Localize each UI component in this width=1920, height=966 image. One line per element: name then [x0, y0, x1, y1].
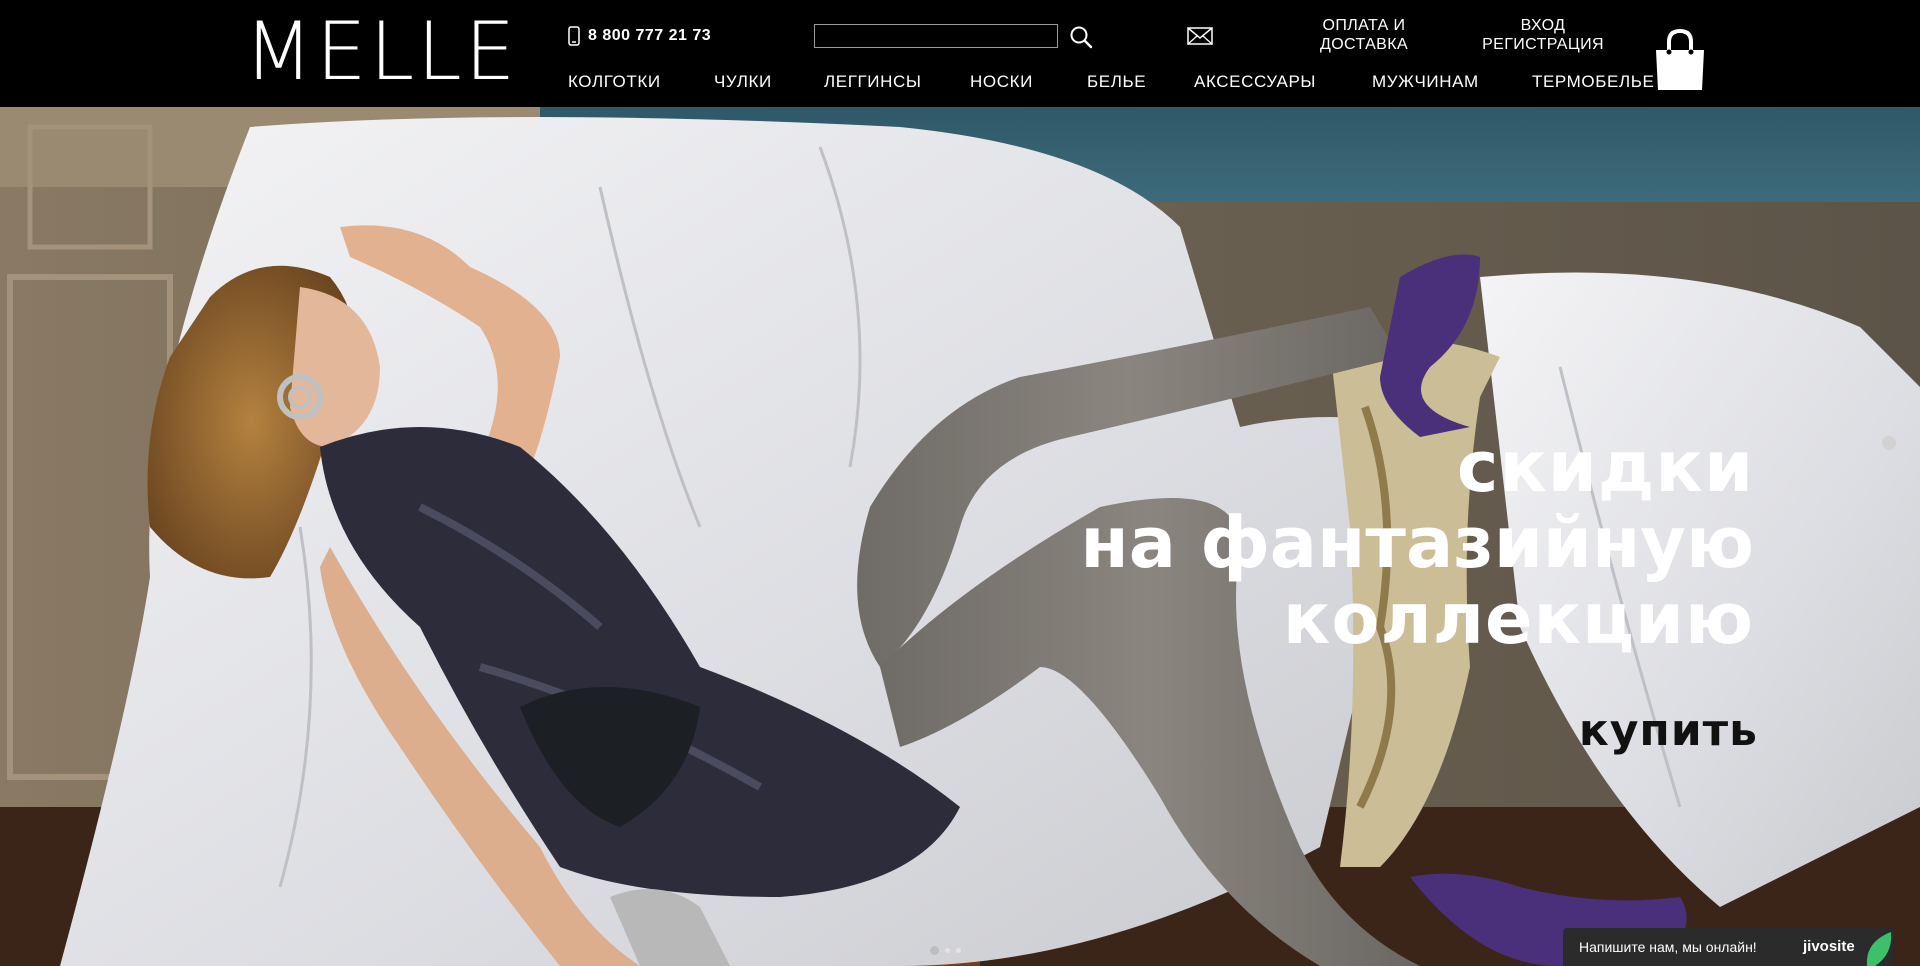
phone-icon — [568, 26, 580, 46]
nav-item-accessories[interactable]: АКСЕССУАРЫ — [1194, 72, 1316, 92]
site-header: MELLE 8 800 777 21 73 ОПЛАТА И ДОСТАВКА … — [0, 0, 1920, 107]
slider-pagination — [930, 946, 961, 955]
nav-item-socks[interactable]: НОСКИ — [970, 72, 1033, 92]
nav-item-stockings[interactable]: ЧУЛКИ — [714, 72, 772, 92]
phone-number: 8 800 777 21 73 — [588, 27, 712, 44]
slide-dot-3[interactable] — [956, 948, 961, 953]
side-scroll-dot[interactable] — [1882, 436, 1896, 450]
register-link[interactable]: РЕГИСТРАЦИЯ — [1478, 35, 1608, 54]
promo-line-2: на фантазийную — [1080, 502, 1754, 584]
hero-banner[interactable]: скидки на фантазийную коллекцию купить — [0, 107, 1920, 966]
login-link[interactable]: ВХОД — [1478, 16, 1608, 35]
shipping-link[interactable]: ОПЛАТА И ДОСТАВКА — [1312, 16, 1416, 54]
mail-icon[interactable] — [1187, 25, 1213, 47]
promo-line-3: коллекцию — [1282, 578, 1754, 660]
leaf-icon — [1866, 932, 1892, 966]
promo-line-1: скидки — [1456, 426, 1754, 508]
promo-headline: скидки на фантазийную коллекцию — [1080, 429, 1754, 657]
nav-item-underwear[interactable]: БЕЛЬЕ — [1087, 72, 1146, 92]
phone-contact[interactable]: 8 800 777 21 73 — [568, 26, 711, 46]
search-input[interactable] — [814, 24, 1058, 48]
shipping-line2: ДОСТАВКА — [1319, 36, 1409, 53]
shopping-bag-icon[interactable] — [1652, 28, 1708, 94]
buy-button[interactable]: купить — [1579, 705, 1758, 756]
nav-item-thermal[interactable]: ТЕРМОБЕЛЬЕ — [1532, 72, 1654, 92]
account-links: ВХОД РЕГИСТРАЦИЯ — [1478, 16, 1608, 54]
slide-dot-1[interactable] — [930, 946, 939, 955]
chat-widget[interactable]: Напишите нам, мы онлайн! jivosite — [1563, 928, 1893, 966]
chat-prompt: Напишите нам, мы онлайн! — [1579, 939, 1757, 955]
site-logo[interactable]: MELLE — [244, 6, 518, 98]
nav-item-tights[interactable]: КОЛГОТКИ — [568, 72, 661, 92]
chat-brand: jivosite — [1803, 938, 1855, 955]
shipping-line1: ОПЛАТА И — [1322, 17, 1406, 34]
nav-item-men[interactable]: МУЖЧИНАМ — [1372, 72, 1479, 92]
search-icon[interactable] — [1068, 24, 1094, 50]
nav-item-leggings[interactable]: ЛЕГГИНСЫ — [824, 72, 922, 92]
slide-dot-2[interactable] — [945, 948, 950, 953]
